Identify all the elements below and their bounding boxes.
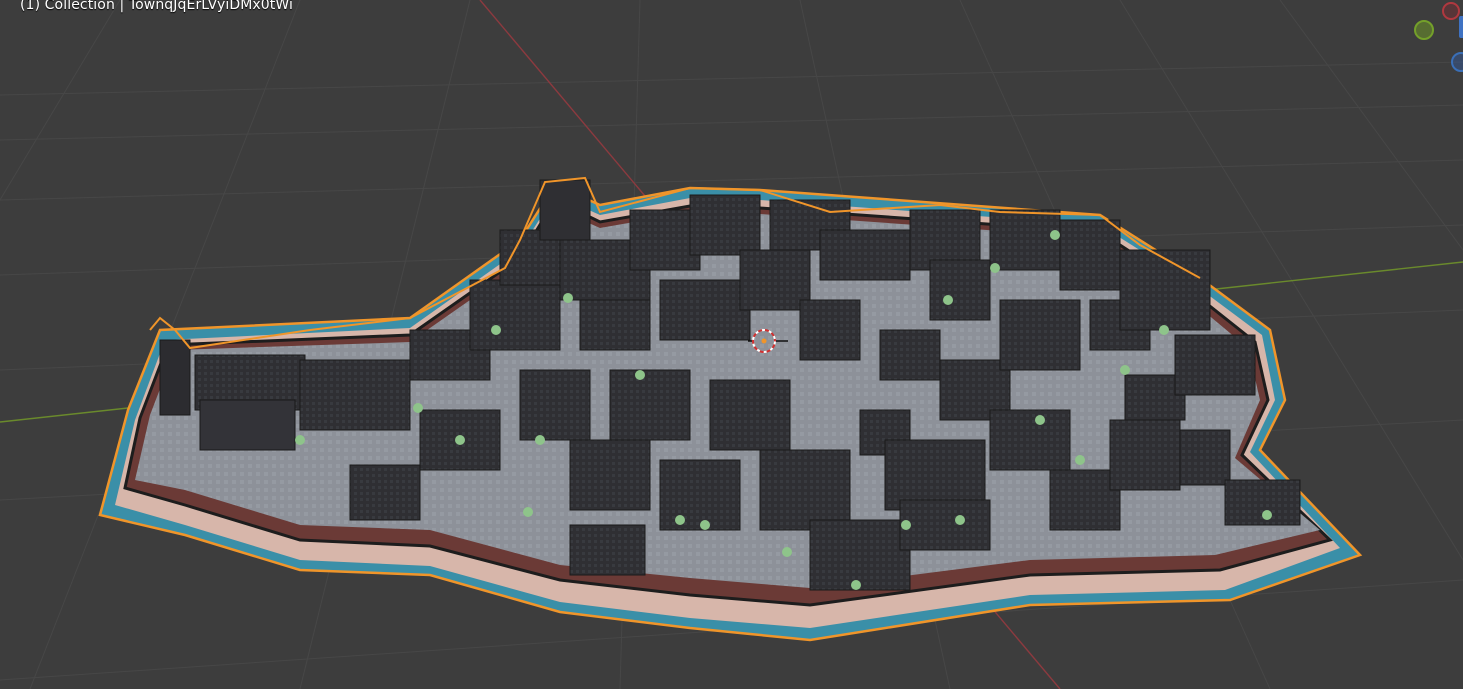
navigation-gizmo-handle[interactable]	[1459, 16, 1463, 38]
x-axis-circle-icon[interactable]	[1442, 2, 1460, 20]
3d-viewport[interactable]: (1) Collection | TownqJqErLVyiDMx0tWi	[0, 0, 1463, 689]
viewport-header-text: (1) Collection | TownqJqErLVyiDMx0tWi	[20, 0, 294, 13]
viewport-scene[interactable]	[0, 0, 1463, 689]
y-axis-circle-icon[interactable]	[1414, 20, 1434, 40]
